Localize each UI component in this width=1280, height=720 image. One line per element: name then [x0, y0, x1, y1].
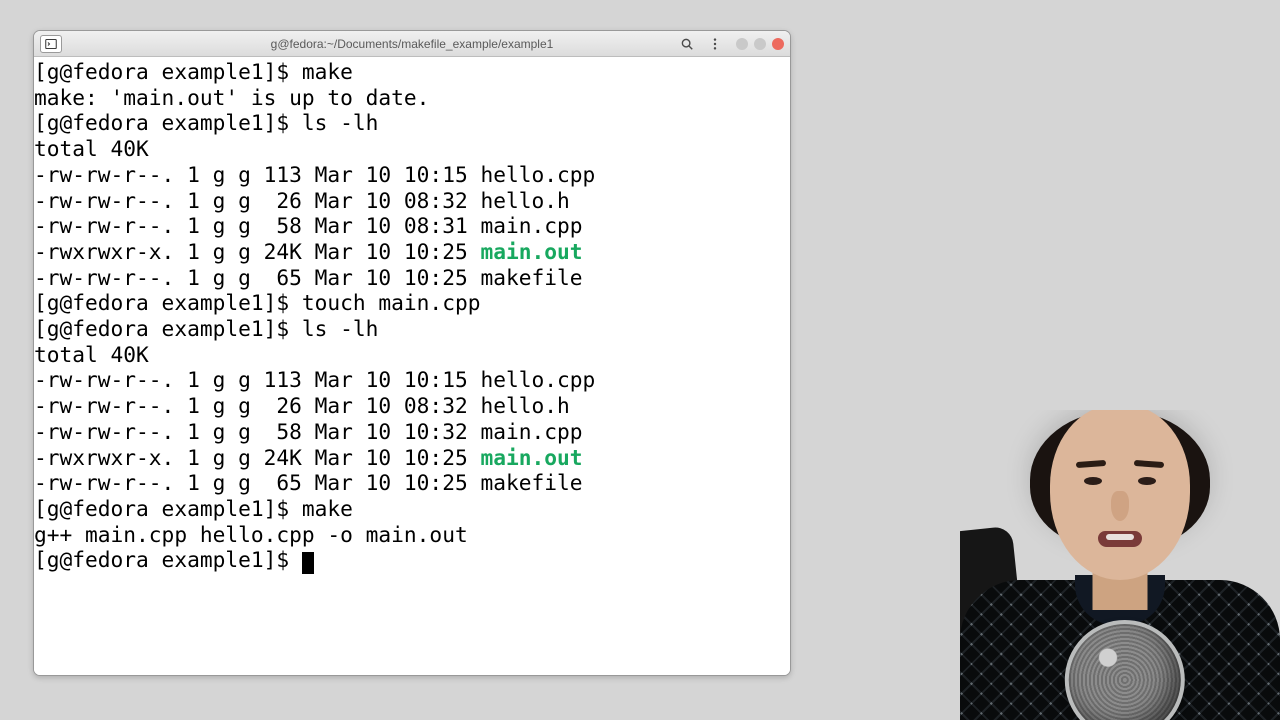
terminal-cursor	[302, 552, 314, 574]
maximize-button[interactable]	[754, 38, 766, 50]
terminal-app-icon	[40, 35, 62, 53]
terminal-output[interactable]: [g@fedora example1]$ make make: 'main.ou…	[34, 59, 790, 573]
close-button[interactable]	[772, 38, 784, 50]
webcam-overlay	[960, 410, 1280, 720]
search-icon[interactable]	[676, 34, 698, 54]
menu-icon[interactable]	[704, 34, 726, 54]
window-titlebar[interactable]: g@fedora:~/Documents/makefile_example/ex…	[34, 31, 790, 57]
terminal-viewport[interactable]: [g@fedora example1]$ make make: 'main.ou…	[34, 57, 790, 675]
window-controls	[736, 38, 784, 50]
terminal-window: g@fedora:~/Documents/makefile_example/ex…	[33, 30, 791, 676]
minimize-button[interactable]	[736, 38, 748, 50]
